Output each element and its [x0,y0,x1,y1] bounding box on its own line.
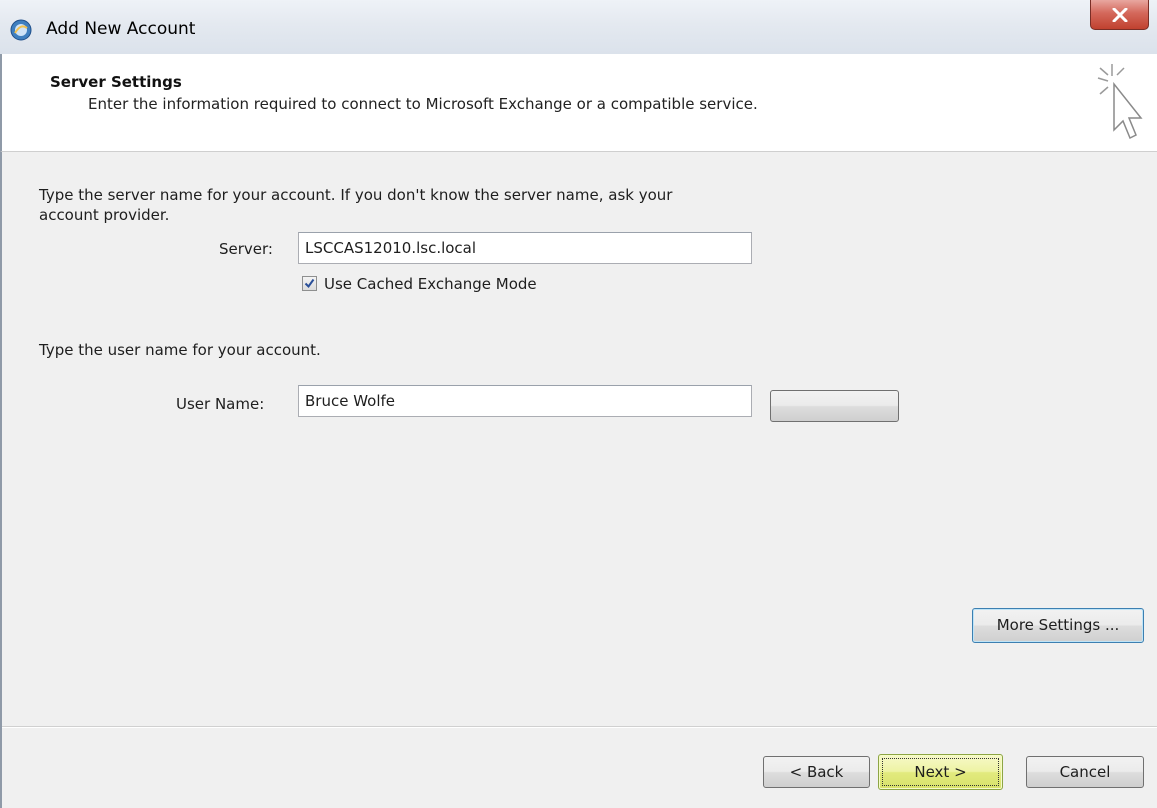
cancel-button[interactable]: Cancel [1026,756,1144,788]
cached-mode-checkbox[interactable] [302,276,317,291]
close-button[interactable] [1090,0,1149,30]
wizard-header: Server Settings Enter the information re… [0,54,1157,152]
page-title: Server Settings [50,73,182,91]
user-instruction: Type the user name for your account. [39,341,321,359]
more-settings-button[interactable]: More Settings ... [972,608,1144,643]
server-instruction-line2: account provider. [39,206,170,224]
user-name-input[interactable] [298,385,752,417]
outlook-app-icon [10,19,32,41]
footer-divider [2,726,1157,728]
cached-mode-label[interactable]: Use Cached Exchange Mode [324,275,537,293]
server-input[interactable] [298,232,752,264]
title-bar[interactable]: Add New Account [0,0,1157,54]
add-new-account-dialog: Add New Account Server Settings Enter th… [0,0,1157,808]
user-name-label: User Name: [176,395,265,413]
checkmark-icon [304,278,315,289]
cursor-sparkle-icon [1097,64,1143,140]
window-title: Add New Account [46,19,196,39]
back-button[interactable]: < Back [763,756,870,788]
next-button[interactable]: Next > [878,754,1003,790]
server-label: Server: [219,240,273,258]
check-name-button[interactable] [770,390,899,422]
page-description: Enter the information required to connec… [88,95,758,113]
server-instruction-line1: Type the server name for your account. I… [39,186,673,204]
wizard-body: Type the server name for your account. I… [0,152,1157,808]
close-icon [1112,8,1128,22]
